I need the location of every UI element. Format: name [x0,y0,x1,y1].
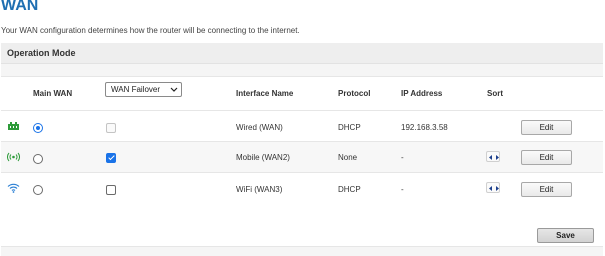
wan-row-wired: Wired (WAN) DHCP 192.168.3.58 Edit [1,110,603,142]
wan-row-wifi: WiFi (WAN3) DHCP - Edit [1,172,603,204]
edit-button-wired[interactable]: Edit [521,120,572,135]
interface-name: WiFi (WAN3) [236,185,283,194]
ethernet-icon [8,122,19,130]
wifi-icon [7,183,20,193]
failover-checkbox-wifi[interactable] [106,185,116,195]
ip-address: 192.168.3.58 [401,123,448,132]
page-title: WAN [1,0,39,14]
header-sort: Sort [487,89,503,98]
ip-address: - [401,153,404,162]
protocol: None [338,153,358,162]
protocol: DHCP [338,185,361,194]
header-interface-name: Interface Name [236,89,294,98]
failover-checkbox-mobile[interactable] [106,153,116,163]
page-description: Your WAN configuration determines how th… [1,26,300,35]
ip-address: - [401,185,404,194]
wan-mode-select[interactable]: WAN Failover [105,82,182,97]
protocol: DHCP [338,123,361,132]
mobile-signal-icon [7,152,20,162]
main-wan-radio-wifi[interactable] [33,185,43,195]
header-ip-address: IP Address [401,89,443,98]
edit-button-wifi[interactable]: Edit [521,182,572,197]
wan-row-mobile: Mobile (WAN2) None - Edit [1,141,603,173]
chevron-down-icon [170,87,178,92]
interface-name: Mobile (WAN2) [236,153,290,162]
sort-arrows-icon[interactable] [486,182,500,193]
main-wan-radio-wired[interactable] [33,123,43,133]
sort-arrows-icon[interactable] [486,151,500,162]
header-main-wan: Main WAN [33,89,73,98]
panel-title: Operation Mode [7,48,76,58]
edit-button-mobile[interactable]: Edit [521,150,572,165]
failover-checkbox-wired[interactable] [106,123,116,133]
panel-header: Operation Mode [1,43,603,64]
header-protocol: Protocol [338,89,371,98]
main-wan-radio-mobile[interactable] [33,154,43,164]
save-button[interactable]: Save [537,228,594,243]
wan-mode-select-value: WAN Failover [111,85,161,94]
interface-name: Wired (WAN) [236,123,283,132]
